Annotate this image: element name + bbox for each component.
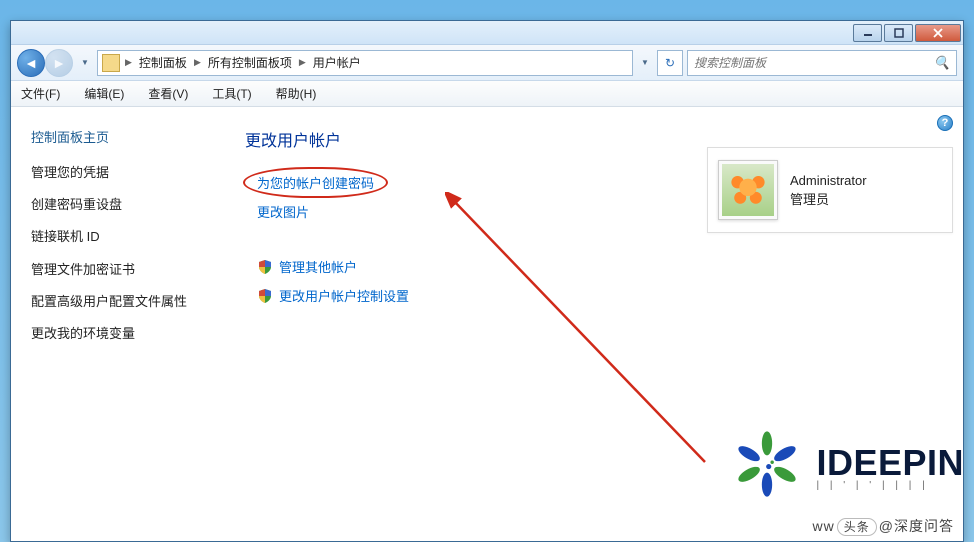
- search-icon: 🔍: [934, 55, 950, 71]
- task-link-label: 更改用户帐户控制设置: [279, 286, 409, 305]
- avatar: [718, 160, 778, 220]
- sidebar-link-online-id[interactable]: 链接联机 ID: [31, 228, 211, 246]
- sidebar: 控制面板主页 管理您的凭据 创建密码重设盘 链接联机 ID 管理文件加密证书 配…: [11, 107, 231, 541]
- menu-edit[interactable]: 编辑(E): [80, 83, 128, 104]
- minimize-button[interactable]: [853, 24, 882, 42]
- task-link-label: 管理其他帐户: [279, 257, 357, 276]
- nav-forward-button[interactable]: ►: [45, 49, 73, 77]
- chevron-right-icon: ▶: [122, 57, 135, 68]
- address-bar: ◄ ► ▼ ▶ 控制面板 ▶ 所有控制面板项 ▶ 用户帐户 ▼ ↻ 🔍: [11, 45, 963, 81]
- maximize-button[interactable]: [884, 24, 913, 42]
- breadcrumb[interactable]: ▶ 控制面板 ▶ 所有控制面板项 ▶ 用户帐户: [97, 50, 633, 76]
- task-link-label: 更改图片: [257, 202, 309, 221]
- watermark-attribution: ww头条@深度问答: [813, 516, 954, 536]
- flower-icon: [722, 164, 774, 216]
- control-panel-window: ◄ ► ▼ ▶ 控制面板 ▶ 所有控制面板项 ▶ 用户帐户 ▼ ↻ 🔍 文件(F…: [10, 20, 964, 542]
- search-input[interactable]: [694, 56, 934, 70]
- content-area: ? 控制面板主页 管理您的凭据 创建密码重设盘 链接联机 ID 管理文件加密证书…: [11, 107, 963, 541]
- close-button[interactable]: [915, 24, 961, 42]
- sidebar-home-link[interactable]: 控制面板主页: [31, 127, 211, 146]
- breadcrumb-item[interactable]: 所有控制面板项: [206, 54, 294, 71]
- control-panel-icon: [102, 54, 120, 72]
- menu-tools[interactable]: 工具(T): [208, 83, 255, 104]
- breadcrumb-item[interactable]: 用户帐户: [311, 54, 363, 71]
- sidebar-link-credentials[interactable]: 管理您的凭据: [31, 164, 211, 182]
- menu-help[interactable]: 帮助(H): [272, 83, 321, 104]
- refresh-button[interactable]: ↻: [657, 50, 683, 76]
- sidebar-link-advanced-profile[interactable]: 配置高级用户配置文件属性: [31, 293, 211, 311]
- user-role: 管理员: [790, 190, 867, 210]
- menu-bar: 文件(F) 编辑(E) 查看(V) 工具(T) 帮助(H): [11, 81, 963, 107]
- menu-view[interactable]: 查看(V): [144, 83, 192, 104]
- sidebar-link-cert[interactable]: 管理文件加密证书: [31, 261, 211, 279]
- breadcrumb-dropdown[interactable]: ▼: [637, 53, 653, 73]
- chevron-right-icon: ▶: [296, 57, 309, 68]
- task-uac-settings[interactable]: 更改用户帐户控制设置: [257, 286, 949, 305]
- sidebar-link-env-vars[interactable]: 更改我的环境变量: [31, 325, 211, 343]
- task-link-label: 为您的帐户创建密码: [257, 173, 374, 192]
- current-user-panel: Administrator 管理员: [707, 147, 953, 233]
- menu-file[interactable]: 文件(F): [17, 83, 64, 104]
- titlebar: [11, 21, 963, 45]
- shield-icon: [257, 259, 273, 275]
- shield-icon: [257, 288, 273, 304]
- search-box[interactable]: 🔍: [687, 50, 957, 76]
- breadcrumb-item[interactable]: 控制面板: [137, 54, 189, 71]
- main-panel: 更改用户帐户 为您的帐户创建密码 更改图片 管理其他帐户 更改用户帐户控制设置: [231, 107, 963, 541]
- sidebar-link-reset-disk[interactable]: 创建密码重设盘: [31, 196, 211, 214]
- chevron-right-icon: ▶: [191, 57, 204, 68]
- user-name: Administrator: [790, 171, 867, 191]
- nav-history-dropdown[interactable]: ▼: [77, 53, 93, 73]
- task-manage-other-accounts[interactable]: 管理其他帐户: [257, 257, 949, 276]
- nav-back-button[interactable]: ◄: [17, 49, 45, 77]
